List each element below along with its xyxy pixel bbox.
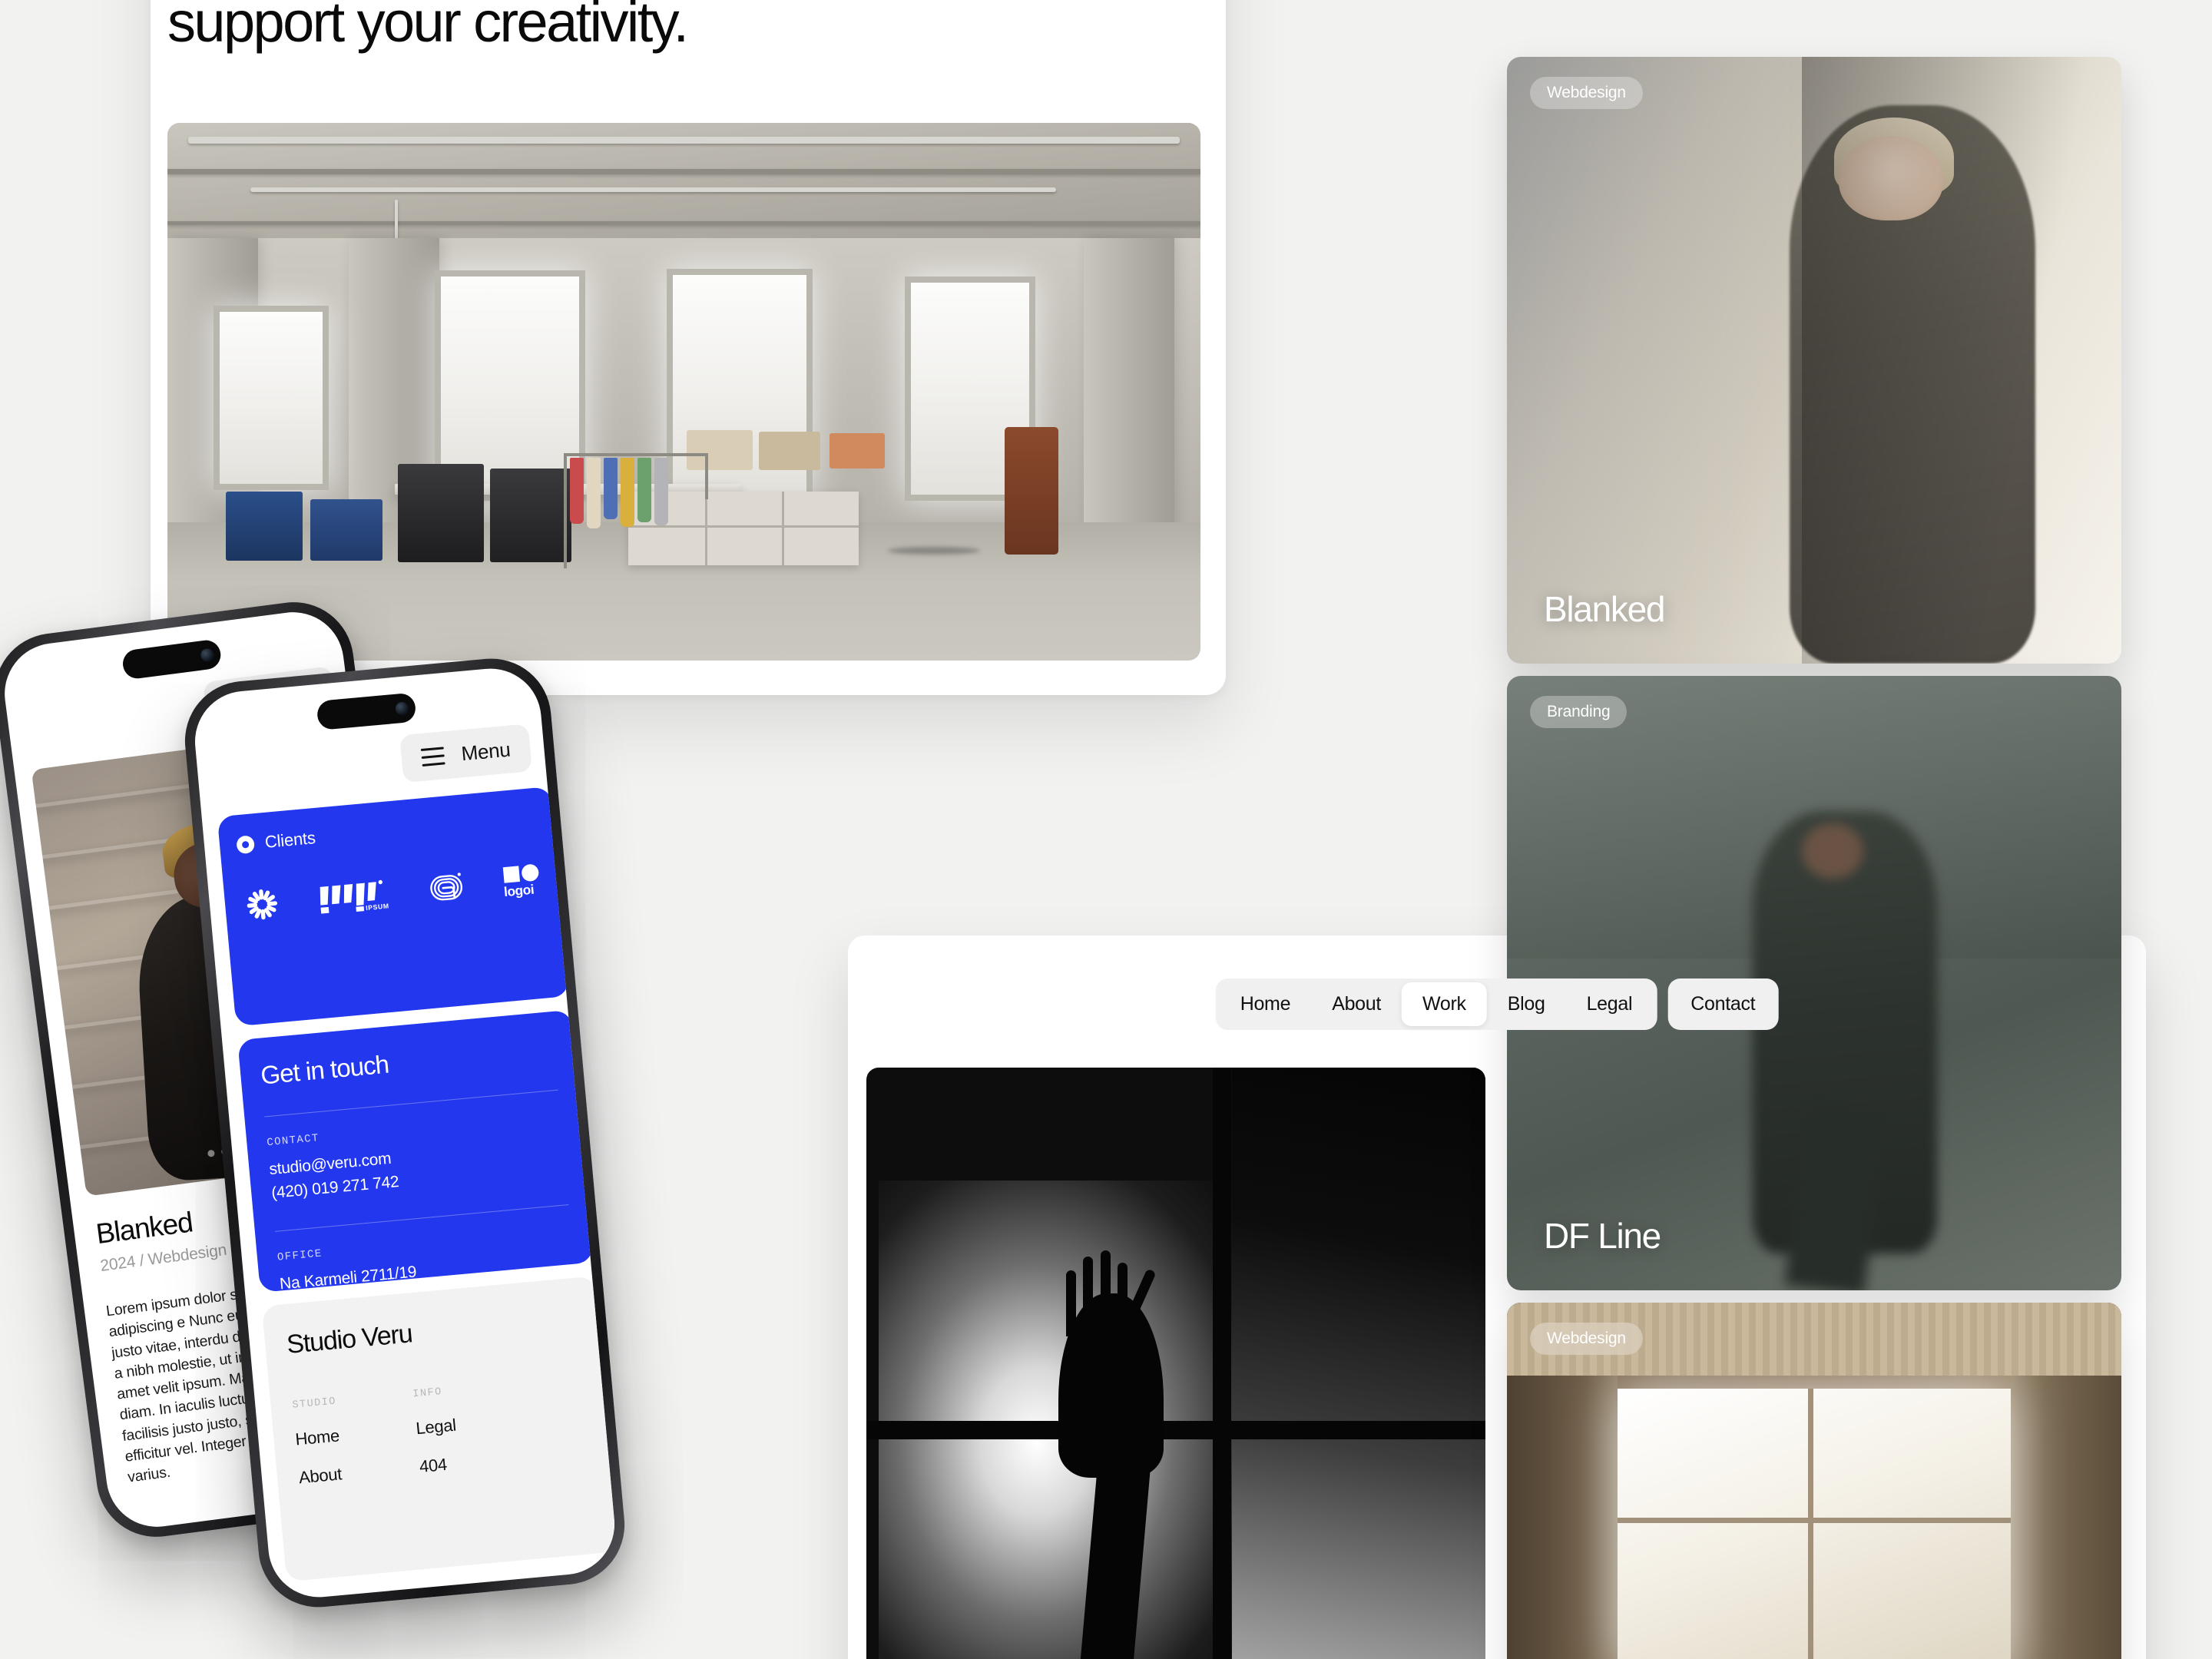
nav-contact-button[interactable]: Contact [1667, 979, 1779, 1030]
footer-link-404[interactable]: 404 [419, 1453, 460, 1477]
project-card-webdesign[interactable]: Webdesign [1507, 1303, 2121, 1659]
hero-desktop-card: We're here to support your creativity. [151, 0, 1226, 695]
project-tag: Webdesign [1530, 1323, 1643, 1355]
featured-project-card[interactable]: Branding Dark Label [866, 1068, 1485, 1659]
footer-column-studio: STUDIO Home About [292, 1396, 344, 1488]
svg-text:IPSUM: IPSUM [366, 902, 389, 912]
radio-dot-icon [236, 834, 256, 854]
contact-card-title: Get in touch [259, 1049, 390, 1090]
nav-item-home[interactable]: Home [1220, 982, 1312, 1026]
hero-header: We're here to support your creativity. [151, 0, 1226, 53]
site-navigation: Home About Work Blog Legal Contact [1215, 979, 1779, 1030]
looped-monogram-logo [429, 873, 462, 901]
nav-item-legal[interactable]: Legal [1566, 982, 1654, 1026]
webdesign-photo [1507, 1303, 2121, 1659]
meta-separator: / [138, 1251, 145, 1270]
footer-link-legal[interactable]: Legal [415, 1416, 456, 1439]
project-year: 2024 [99, 1253, 137, 1275]
asterisk-burst-logo [247, 889, 278, 920]
dynamic-island [121, 638, 223, 680]
footer-brand: Studio Veru [285, 1319, 414, 1359]
phone-two-screen: Menu Clients IPSUM logoi Get in touch CO… [190, 664, 619, 1602]
footer-column-label: INFO [412, 1386, 443, 1401]
nav-item-blog[interactable]: Blog [1487, 982, 1566, 1026]
divider [274, 1204, 569, 1233]
clients-card: Clients IPSUM logoi [217, 786, 570, 1027]
hero-image [167, 123, 1200, 661]
loft-photo [167, 123, 1200, 661]
page-title: We're here to support your creativity. [167, 0, 689, 54]
footer-link-about[interactable]: About [298, 1464, 344, 1488]
camera-icon [395, 700, 409, 716]
nav-item-work[interactable]: Work [1402, 982, 1487, 1026]
footer-column-info: INFO Legal 404 [412, 1386, 461, 1477]
phone-two-menu-label: Menu [460, 737, 512, 765]
svg-text:logoi: logoi [504, 882, 535, 899]
footer-columns: STUDIO Home About INFO Legal 404 [292, 1373, 591, 1488]
site-footer-card: Studio Veru STUDIO Home About INFO Legal… [261, 1276, 619, 1582]
nav-pill: Home About Work Blog Legal [1215, 979, 1657, 1030]
canvas: We're here to support your creativity. [0, 0, 2212, 1659]
liquid-ipsum-logo: IPSUM [320, 879, 389, 914]
divider [264, 1089, 558, 1118]
project-category: Webdesign [147, 1240, 228, 1269]
get-in-touch-card: Get in touch CONTACT studio@veru.com (42… [237, 1009, 594, 1316]
dynamic-island [316, 692, 417, 730]
project-tag: Branding [1530, 696, 1628, 728]
nav-item-about[interactable]: About [1311, 982, 1402, 1026]
logoipsum-square-circle-logo: logoi [503, 864, 539, 899]
project-card-blanked[interactable]: Webdesign Blanked [1507, 57, 2121, 664]
hamburger-icon [420, 746, 445, 767]
project-title: DF Line [1544, 1216, 1661, 1256]
camera-icon [200, 647, 215, 663]
footer-column-label: STUDIO [291, 1396, 337, 1412]
project-title: Blanked [1544, 589, 1665, 629]
blanked-photo [1507, 57, 2121, 664]
footer-link-home[interactable]: Home [294, 1426, 340, 1449]
dark-label-photo [866, 1068, 1485, 1659]
phone-two-menu-button[interactable]: Menu [399, 724, 532, 783]
project-tag: Webdesign [1530, 77, 1643, 109]
